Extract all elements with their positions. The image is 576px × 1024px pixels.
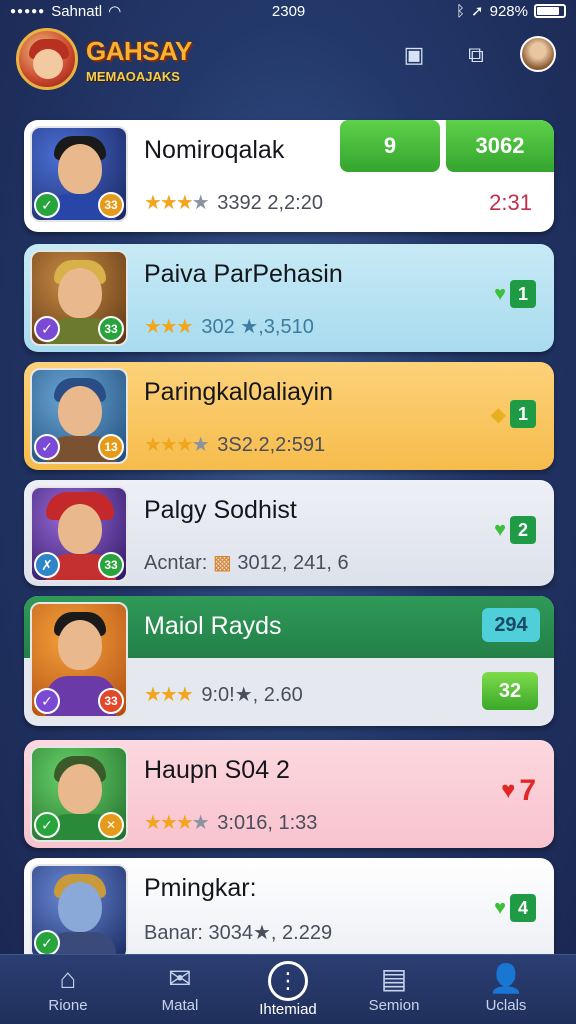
level-badge: 33 <box>98 552 124 578</box>
check-badge-icon: ✓ <box>34 930 60 954</box>
level-badge: ✕ <box>98 812 124 838</box>
character-thumbnail: ✓ 33 <box>30 250 128 346</box>
check-badge-icon: ✓ <box>34 192 60 218</box>
count-value: 7 <box>519 774 536 807</box>
list-item[interactable]: ✓ 33 Nomiroqalak ★★★★ 3392 2,2:20 9 3062… <box>24 120 554 232</box>
heart-icon[interactable]: ♥ <box>494 519 506 542</box>
rating-stars-icon: ★★★★ <box>144 812 210 834</box>
brand-title: GAHSAY <box>86 36 192 66</box>
character-thumbnail: ✓ 33 <box>30 602 128 718</box>
tab-info[interactable]: ⋮ Ihtemiad <box>238 961 338 1021</box>
count-badge: 1 <box>510 280 536 308</box>
heart-icon[interactable]: ♥ <box>494 897 506 920</box>
rating-stars-icon: ★★★ <box>144 684 194 706</box>
card-title: Palgy Sodhist <box>144 496 297 524</box>
character-thumbnail: ✓ 13 <box>30 368 128 464</box>
card-title: Paringkal0aliayin <box>144 378 334 406</box>
count-badge: 1 <box>510 400 536 428</box>
location-icon: ➚ <box>471 3 484 20</box>
heart-icon[interactable]: ♥ <box>494 283 506 306</box>
sword-badge-icon: ✓ <box>34 688 60 714</box>
card-meta: ★★★★ 3S2.2,2:591 <box>144 434 326 456</box>
tab-home[interactable]: ⌂ Rione <box>18 961 118 1021</box>
card-meta: Acntar: ▩ 3012, 241, 6 <box>144 552 349 574</box>
card-title: Paiva ParPehasin <box>144 260 343 288</box>
level-badge: 13 <box>98 434 124 460</box>
tab-mail[interactable]: ✉ Matal <box>130 961 230 1021</box>
level-badge: 33 <box>98 688 124 714</box>
bluetooth-icon: ᛒ <box>456 2 466 20</box>
card-meta: ★★★ 9:0!★, 2.60 <box>144 684 303 706</box>
app-header: GAHSAY MEMAOAJAKS ▣ ⧉ <box>0 24 576 104</box>
user-icon: 👤 <box>488 963 524 994</box>
share-icon[interactable]: ⧉ <box>458 40 494 70</box>
wifi-icon: ◠ <box>108 3 122 20</box>
sword-badge-icon: ✓ <box>34 434 60 460</box>
character-thumbnail: ✗ 33 <box>30 486 128 582</box>
character-thumbnail: ✓ ✕ <box>30 746 128 842</box>
status-time: 2309 <box>271 2 306 20</box>
timer-value: 2:31 <box>489 190 532 215</box>
card-title: Maiol Rayds <box>144 612 282 640</box>
rating-stars-icon: ★★★★ <box>144 192 210 214</box>
score-badge: 294 <box>482 608 540 642</box>
info-icon: ⋮ <box>268 961 308 1001</box>
briefcase-icon: ▤ <box>380 963 408 994</box>
sword-badge-icon: ✓ <box>34 316 60 342</box>
level-badge: 33 <box>98 316 124 342</box>
mail-icon: ✉ <box>168 963 192 994</box>
check-badge-icon: ✓ <box>34 812 60 838</box>
card-meta: Banar: 3034★, 2.229 <box>144 922 333 944</box>
status-bar: ●●●●● Sahnatl ◠ 2309 ᛒ ➚ 928% <box>0 0 576 22</box>
card-title: Nomiroqalak <box>144 136 285 164</box>
list-item[interactable]: ✓ 33 Maiol Rayds ★★★ 9:0!★, 2.60 294 32 <box>24 596 554 726</box>
tools-badge-icon: ✗ <box>34 552 60 578</box>
card-meta: ★★★★ 3392 2,2:20 <box>144 192 323 214</box>
tab-profile[interactable]: 👤 Uclals <box>456 961 556 1021</box>
list-item[interactable]: ✗ 33 Palgy Sodhist Acntar: ▩ 3012, 241, … <box>24 480 554 586</box>
battery-percent: 928% <box>489 2 528 20</box>
list-item[interactable]: ✓ 33 Paiva ParPehasin ★★★ 302 ★,3,510 ♥ … <box>24 244 554 352</box>
chest-icon: ▩ <box>212 552 232 574</box>
gallery-icon[interactable]: ▣ <box>396 40 432 70</box>
heart-icon[interactable]: ♥ <box>501 777 515 805</box>
rating-stars-icon: ★★★★ <box>144 434 210 456</box>
list-item[interactable]: ✓ ✕ Haupn S04 2 ★★★★ 3:016, 1:33 ♥ 7 <box>24 740 554 848</box>
brand-subtitle: MEMAOAJAKS <box>86 69 180 84</box>
card-title: Pmingkar: <box>144 874 257 902</box>
rating-stars-icon: ★★★ <box>144 316 194 338</box>
level-badge: 33 <box>98 192 124 218</box>
home-icon: ⌂ <box>59 963 77 994</box>
list-item[interactable]: ✓ 13 Paringkal0aliayin ★★★★ 3S2.2,2:591 … <box>24 362 554 470</box>
score-button[interactable]: 3062 <box>446 120 554 172</box>
carrier-name: Sahnatl <box>51 2 103 20</box>
signal-dots-icon: ●●●●● <box>10 5 46 17</box>
count-badge: 4 <box>510 894 536 922</box>
character-thumbnail: ✓ 33 <box>30 126 128 222</box>
card-meta: ★★★★ 3:016, 1:33 <box>144 812 318 834</box>
list-item[interactable]: ✓ Pmingkar: Banar: 3034★, 2.229 ♥ 4 <box>24 858 554 954</box>
character-thumbnail: ✓ <box>30 864 128 954</box>
count-badge: 2 <box>510 516 536 544</box>
play-button[interactable]: 9 <box>340 120 440 172</box>
card-meta: ★★★ 302 ★,3,510 <box>144 316 314 338</box>
card-title: Haupn S04 2 <box>144 756 290 784</box>
gem-icon[interactable]: ◆ <box>491 402 506 427</box>
tab-session[interactable]: ▤ Semion <box>344 961 444 1021</box>
app-logo[interactable] <box>16 28 78 90</box>
bottom-tab-bar: ⌂ Rione ✉ Matal ⋮ Ihtemiad ▤ Semion 👤 Uc… <box>0 954 576 1024</box>
profile-avatar[interactable] <box>520 36 556 72</box>
brand: GAHSAY MEMAOAJAKS <box>86 36 192 84</box>
battery-icon <box>533 4 566 18</box>
collect-button[interactable]: 32 <box>482 672 538 710</box>
